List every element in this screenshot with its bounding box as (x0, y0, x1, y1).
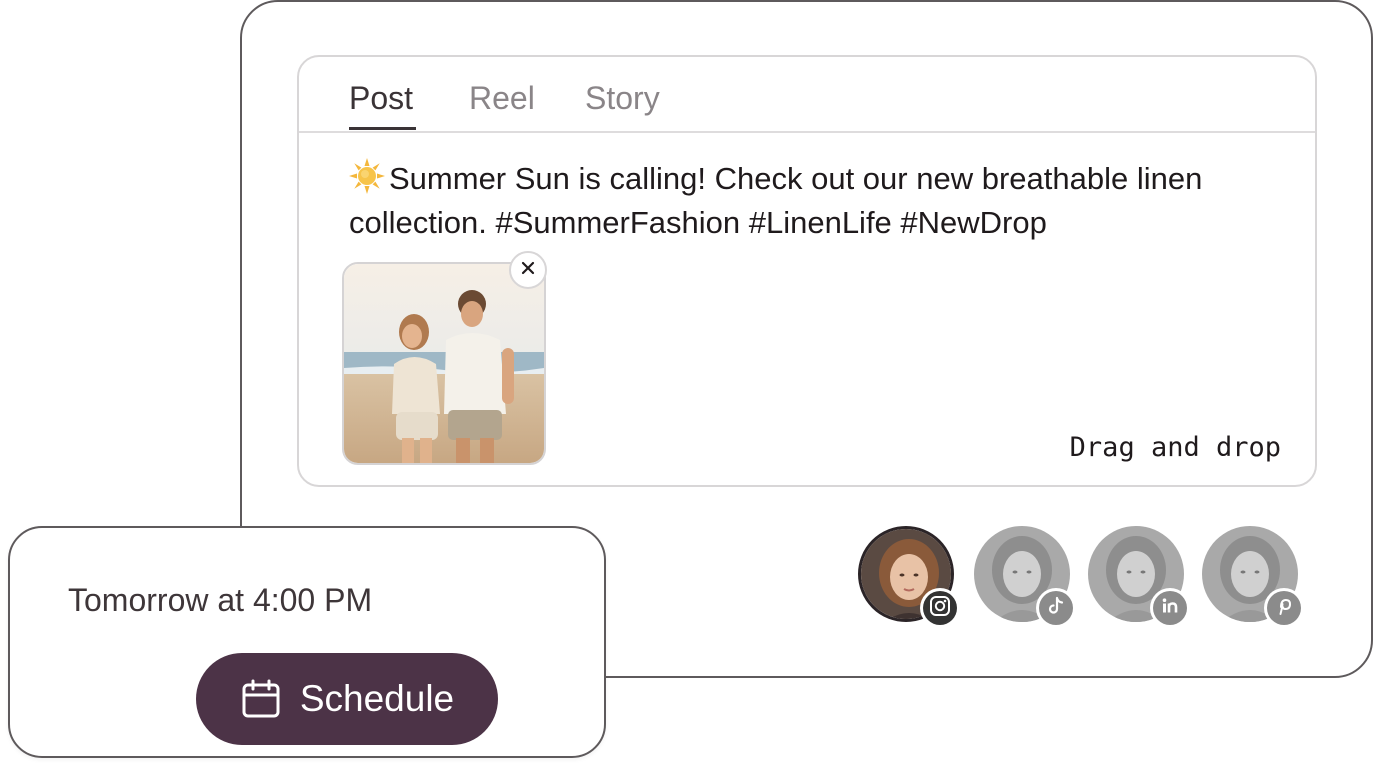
post-type-tabs: Post Reel Story (299, 57, 1315, 133)
social-account-selector (858, 526, 1308, 636)
account-linkedin[interactable] (1088, 526, 1190, 628)
account-tiktok[interactable] (974, 526, 1076, 628)
tiktok-icon (1046, 596, 1066, 621)
tab-post[interactable]: Post (349, 79, 413, 117)
instagram-icon (929, 595, 951, 622)
sun-icon (349, 158, 385, 194)
tab-story[interactable]: Story (585, 79, 660, 117)
post-text-editor[interactable]: Summer Sun is calling! Check out our new… (349, 157, 1289, 245)
remove-image-button[interactable] (509, 251, 547, 289)
post-text-content: Summer Sun is calling! Check out our new… (349, 161, 1203, 240)
account-instagram[interactable] (858, 526, 960, 628)
close-icon (520, 260, 536, 281)
schedule-card: Tomorrow at 4:00 PM Schedule (8, 526, 606, 758)
active-tab-indicator (349, 127, 416, 130)
schedule-button[interactable]: Schedule (196, 653, 498, 745)
post-composer: Post Reel Story Summer Sun is calling! C… (297, 55, 1317, 487)
pinterest-icon (1274, 596, 1294, 621)
calendar-icon (240, 678, 282, 720)
platform-badge (1264, 588, 1304, 628)
schedule-time-label[interactable]: Tomorrow at 4:00 PM (68, 582, 372, 619)
account-pinterest[interactable] (1202, 526, 1304, 628)
platform-badge (1036, 588, 1076, 628)
platform-badge (1150, 588, 1190, 628)
linkedin-icon (1160, 596, 1180, 621)
platform-badge (920, 588, 960, 628)
tab-reel[interactable]: Reel (469, 79, 535, 117)
schedule-button-label: Schedule (299, 678, 455, 719)
drag-and-drop-hint: Drag and drop (1069, 432, 1281, 463)
attached-image-thumbnail (342, 262, 546, 465)
